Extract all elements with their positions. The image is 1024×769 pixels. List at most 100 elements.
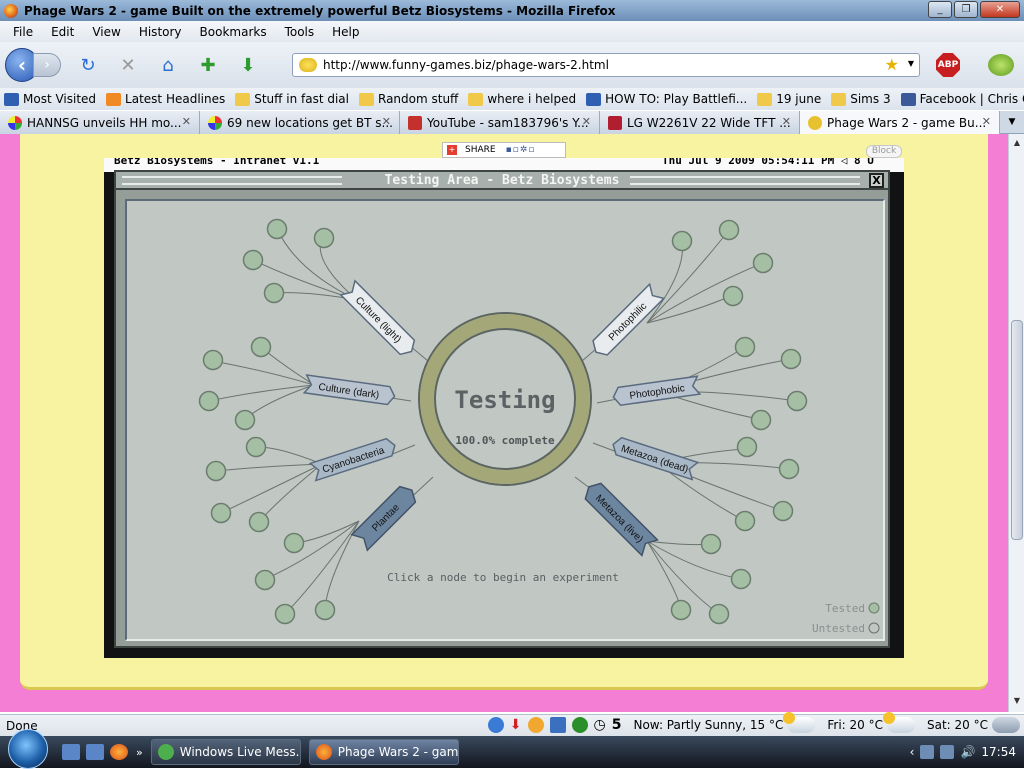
menu-view[interactable]: View [83, 25, 129, 39]
weather-sat[interactable]: Sat: 20 °C [927, 717, 1020, 733]
scroll-thumb[interactable] [1011, 320, 1023, 540]
test-node[interactable] [198, 390, 220, 412]
extension-icon[interactable] [549, 717, 566, 733]
tab-phage-wars[interactable]: Phage Wars 2 - game Bu... ✕ [800, 111, 1000, 134]
test-node[interactable] [752, 252, 774, 274]
test-tree[interactable]: Culture (light) Culture (dark) Cyanobact… [127, 201, 883, 639]
test-node[interactable] [266, 218, 288, 240]
quick-launch-overflow-icon[interactable]: » [136, 746, 143, 759]
test-node[interactable] [254, 569, 276, 591]
test-node[interactable] [780, 348, 802, 370]
new-tab-button[interactable]: ✚ [195, 52, 221, 78]
start-button[interactable] [8, 729, 48, 769]
close-tab-icon[interactable]: ✕ [582, 115, 591, 128]
close-tab-icon[interactable]: ✕ [382, 115, 391, 128]
tab-hannsg[interactable]: HANNSG unveils HH mo... ✕ [0, 111, 200, 134]
bookmark-most-visited[interactable]: Most Visited [4, 92, 96, 106]
test-node[interactable] [242, 249, 264, 271]
test-node[interactable] [314, 599, 336, 621]
test-node[interactable] [248, 511, 270, 533]
test-node[interactable] [778, 458, 800, 480]
close-tab-icon[interactable]: ✕ [182, 115, 191, 128]
test-node[interactable] [772, 500, 794, 522]
volume-icon[interactable]: 🔊 [960, 745, 975, 759]
menu-tools[interactable]: Tools [276, 25, 324, 39]
scroll-down-icon[interactable]: ▼ [1011, 696, 1023, 708]
menu-history[interactable]: History [130, 25, 191, 39]
addon-icon[interactable] [487, 717, 504, 733]
network-icon[interactable] [920, 745, 935, 759]
tab-list-button[interactable]: ▼ [1000, 111, 1024, 133]
tab-lg[interactable]: LG W2261V 22 Wide TFT ... ✕ [600, 111, 800, 134]
bookmark-sims-3[interactable]: Sims 3 [831, 92, 891, 106]
test-node[interactable] [245, 436, 267, 458]
test-node[interactable] [202, 349, 224, 371]
test-node[interactable] [670, 599, 692, 621]
banner-metazoa-live[interactable]: Metazoa (live) [581, 479, 659, 557]
bookmark-how-to[interactable]: HOW TO: Play Battlefi... [586, 92, 747, 106]
scroll-up-icon[interactable]: ▲ [1011, 138, 1023, 150]
url-dropdown-icon[interactable]: ▼ [908, 59, 914, 68]
test-node[interactable] [730, 568, 752, 590]
monkey-icon[interactable] [527, 717, 544, 733]
show-desktop-icon[interactable] [62, 744, 80, 760]
taskbar-item-messenger[interactable]: Windows Live Mess... [150, 739, 301, 765]
test-node[interactable] [736, 436, 758, 458]
test-node[interactable] [786, 390, 808, 412]
status-green-icon[interactable] [571, 717, 588, 733]
test-node[interactable] [700, 533, 722, 555]
bookmark-latest-headlines[interactable]: Latest Headlines [106, 92, 225, 106]
share-button[interactable]: + SHARE ▪▫✲▫ [442, 142, 566, 158]
url-bar[interactable]: http://www.funny-games.biz/phage-wars-2.… [292, 53, 920, 77]
dialog-close-button[interactable]: X [869, 173, 884, 188]
bookmark-facebook[interactable]: Facebook | Chris Cook [900, 92, 1024, 106]
test-node[interactable] [274, 603, 296, 625]
test-node[interactable] [250, 336, 272, 358]
tab-youtube[interactable]: YouTube - sam183796's Y... ✕ [400, 111, 600, 134]
test-node[interactable] [283, 532, 305, 554]
test-node[interactable] [671, 230, 693, 252]
switch-windows-icon[interactable] [86, 744, 104, 760]
menu-bookmarks[interactable]: Bookmarks [191, 25, 276, 39]
test-node[interactable] [734, 336, 756, 358]
weather-fri[interactable]: Fri: 20 °C [827, 712, 915, 733]
test-node[interactable] [234, 409, 256, 431]
url-text[interactable]: http://www.funny-games.biz/phage-wars-2.… [323, 58, 609, 72]
banner-culture-light[interactable]: Culture (light) [339, 279, 419, 359]
reload-button[interactable]: ↻ [75, 52, 101, 78]
banner-plantae[interactable]: Plantae [350, 482, 420, 552]
test-node[interactable] [750, 409, 772, 431]
bookmark-random-stuff[interactable]: Random stuff [359, 92, 458, 106]
vertical-scrollbar[interactable]: ▲ ▼ [1008, 134, 1024, 712]
close-tab-icon[interactable]: ✕ [782, 115, 791, 128]
taskbar-item-firefox[interactable]: Phage Wars 2 - gam... [308, 739, 459, 765]
download-status-icon[interactable]: ⬇ [510, 717, 522, 733]
banner-culture-dark[interactable]: Culture (dark) [302, 374, 396, 406]
download-button[interactable]: ⬇ [235, 52, 261, 78]
greasemonkey-icon[interactable] [988, 54, 1014, 76]
banner-metazoa-dead[interactable]: Metazoa (dead) [610, 436, 700, 481]
test-node[interactable] [313, 227, 335, 249]
window-titlebar[interactable]: Phage Wars 2 - game Built on the extreme… [0, 0, 1024, 21]
test-node[interactable] [718, 219, 740, 241]
home-button[interactable]: ⌂ [155, 52, 181, 78]
block-button[interactable]: Block [866, 145, 902, 158]
close-window-button[interactable]: ✕ [980, 1, 1020, 18]
bookmark-stuff-in-fast-dial[interactable]: Stuff in fast dial [235, 92, 349, 106]
test-node[interactable] [708, 603, 730, 625]
bookmark-star-icon[interactable]: ★ [885, 55, 899, 74]
close-tab-icon[interactable]: ✕ [982, 115, 991, 128]
bookmark-where-i-helped[interactable]: where i helped [468, 92, 576, 106]
test-node[interactable] [722, 285, 744, 307]
weather-now[interactable]: Now: Partly Sunny, 15 °C [633, 712, 816, 733]
test-node[interactable] [734, 510, 756, 532]
banner-photophobic[interactable]: Photophobic [612, 375, 702, 406]
monitor-icon[interactable] [940, 745, 955, 759]
site-identity-icon[interactable] [299, 58, 317, 72]
minimize-button[interactable]: _ [928, 1, 952, 18]
forward-button[interactable]: › [33, 53, 61, 77]
stop-button[interactable]: ✕ [115, 52, 141, 78]
test-node[interactable] [210, 502, 232, 524]
clock[interactable]: 17:54 [981, 745, 1016, 759]
test-node[interactable] [205, 460, 227, 482]
